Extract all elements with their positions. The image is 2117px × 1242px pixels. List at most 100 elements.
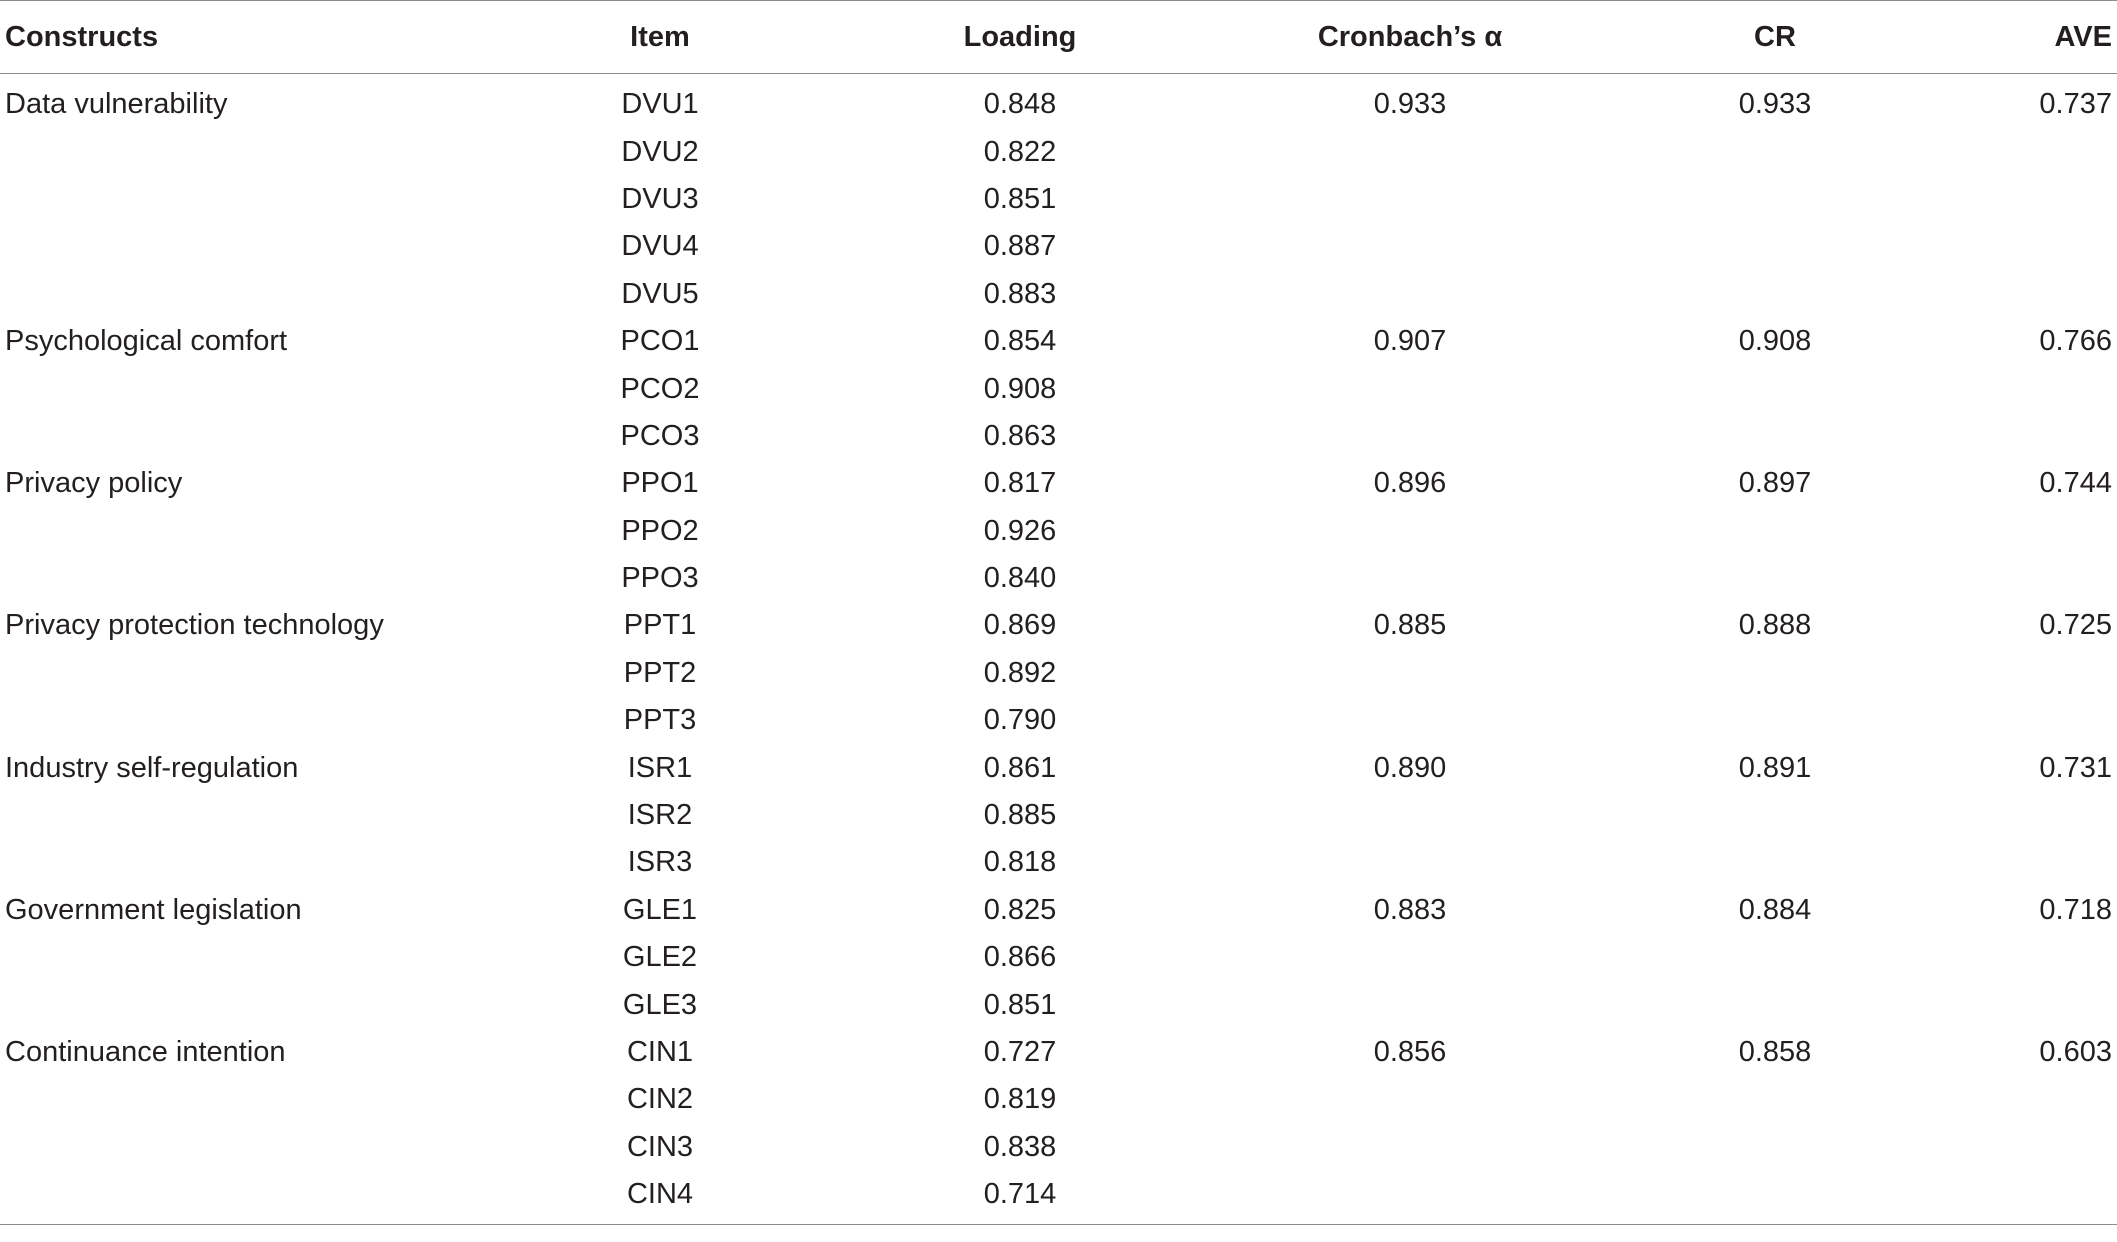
cell-loading: 0.866 (983, 941, 1057, 974)
cell-construct (0, 413, 520, 460)
cell-cronbachs-alpha: 0.907 (1373, 325, 1447, 358)
cell-construct (0, 650, 520, 697)
cell-loading: 0.885 (983, 799, 1057, 832)
cell-cronbachs-alpha: 0.883 (1373, 893, 1447, 926)
cell-loading: 0.817 (983, 467, 1057, 500)
cell-cronbachs-alpha (1240, 792, 1580, 839)
cell-cronbachs-alpha (1240, 1124, 1580, 1171)
cell-ave (1970, 981, 2117, 1028)
header-loading: Loading (963, 20, 1077, 53)
cell-cr: 0.933 (1738, 88, 1812, 121)
cell-loading: 0.851 (983, 988, 1057, 1021)
cell-cr (1580, 934, 1970, 981)
cell-cr (1580, 365, 1970, 412)
cell-loading: 0.908 (983, 372, 1057, 405)
data-table: Constructs Item Loading Cronbach’s α CR … (0, 0, 2117, 1226)
cell-cronbachs-alpha (1240, 271, 1580, 318)
cell-construct (0, 981, 520, 1028)
cell-item: PPO2 (621, 514, 699, 547)
cell-item: CIN2 (626, 1083, 694, 1116)
reliability-validity-table: Constructs Item Loading Cronbach’s α CR … (0, 0, 2117, 1226)
table-row: DVU5 0.883 (0, 271, 2117, 318)
cell-construct (0, 1076, 520, 1123)
cell-cronbachs-alpha (1240, 1170, 1580, 1226)
cell-cr (1580, 271, 1970, 318)
cell-item: PCO1 (620, 325, 700, 358)
cell-item: GLE2 (622, 941, 698, 974)
cell-cronbachs-alpha: 0.856 (1373, 1036, 1447, 1068)
cell-construct (0, 555, 520, 602)
cell-loading: 0.854 (983, 325, 1057, 358)
header-constructs: Constructs (5, 20, 159, 53)
cell-item: PCO2 (620, 372, 700, 405)
table-row: CIN3 0.838 (0, 1124, 2117, 1171)
cell-cr: 0.891 (1738, 751, 1812, 784)
table-row: PPT3 0.790 (0, 697, 2117, 744)
header-ave: AVE (2054, 20, 2112, 53)
table-row: CIN2 0.819 (0, 1076, 2117, 1123)
table-row: CIN4 0.714 (0, 1170, 2117, 1226)
cell-loading: 0.926 (983, 514, 1057, 547)
cell-cr (1580, 555, 1970, 602)
cell-ave: 0.725 (2039, 609, 2112, 642)
cell-loading: 0.822 (983, 135, 1057, 168)
cell-ave (1970, 555, 2117, 602)
cell-cr (1580, 176, 1970, 223)
cell-construct (0, 271, 520, 318)
cell-item: DVU2 (621, 135, 699, 168)
cell-ave (1970, 1170, 2117, 1226)
cell-construct (0, 934, 520, 981)
cell-ave: 0.744 (2039, 467, 2112, 500)
cell-cr (1580, 839, 1970, 886)
cell-cr (1580, 650, 1970, 697)
table-row: DVU3 0.851 (0, 176, 2117, 223)
table-row: Continuance intention CIN1 0.727 0.856 0.858… (0, 1029, 2117, 1076)
cell-loading: 0.727 (983, 1036, 1057, 1068)
cell-item: PPO3 (621, 562, 699, 595)
cell-construct: Government legislation (5, 893, 302, 926)
cell-ave (1970, 1076, 2117, 1123)
cell-construct: Data vulnerability (5, 88, 228, 121)
cell-construct (0, 365, 520, 412)
table-row: Government legislation GLE1 0.825 0.883 0.88… (0, 887, 2117, 934)
cell-ave (1970, 413, 2117, 460)
cell-cr: 0.888 (1738, 609, 1812, 642)
cell-loading: 0.714 (800, 1170, 1240, 1226)
cell-cr (1580, 981, 1970, 1028)
cell-cr (1580, 1124, 1970, 1171)
cell-item: GLE3 (622, 988, 698, 1021)
cell-construct (0, 223, 520, 270)
cell-loading: 0.883 (983, 277, 1057, 310)
cell-ave (1970, 365, 2117, 412)
cell-construct (0, 176, 520, 223)
table-header: Constructs Item Loading Cronbach’s α CR … (0, 0, 2117, 74)
cell-construct (0, 792, 520, 839)
cell-cr (1580, 223, 1970, 270)
cell-item: GLE1 (622, 893, 698, 926)
table-body: Data vulnerability DVU1 0.848 0.933 0.933 0.7… (0, 74, 2117, 1226)
table-row: Industry self-regulation ISR1 0.861 0.890 0.… (0, 744, 2117, 791)
cell-ave: 0.603 (2039, 1036, 2112, 1068)
cell-item: CIN1 (626, 1036, 694, 1068)
table-row: GLE3 0.851 (0, 981, 2117, 1028)
cell-construct: Industry self-regulation (5, 751, 299, 784)
cell-construct (0, 1124, 520, 1171)
cell-cronbachs-alpha (1240, 650, 1580, 697)
header-row: Constructs Item Loading Cronbach’s α CR … (0, 0, 2117, 74)
cell-item: DVU1 (621, 88, 699, 121)
cell-cronbachs-alpha (1240, 223, 1580, 270)
cell-ave (1970, 271, 2117, 318)
cell-cronbachs-alpha (1240, 413, 1580, 460)
cell-loading: 0.819 (983, 1083, 1057, 1116)
cell-loading: 0.887 (983, 230, 1057, 263)
cell-cr: 0.897 (1738, 467, 1812, 500)
cell-ave (1970, 508, 2117, 555)
cell-item: PCO3 (620, 419, 700, 452)
cell-item: PPT3 (623, 704, 697, 737)
cell-loading: 0.861 (983, 751, 1057, 784)
cell-cronbachs-alpha (1240, 128, 1580, 175)
cell-loading: 0.892 (983, 656, 1057, 689)
cell-ave (1970, 792, 2117, 839)
table-row: Psychological comfort PCO1 0.854 0.907 0.908… (0, 318, 2117, 365)
table-row: Data vulnerability DVU1 0.848 0.933 0.933 0.7… (0, 74, 2117, 129)
